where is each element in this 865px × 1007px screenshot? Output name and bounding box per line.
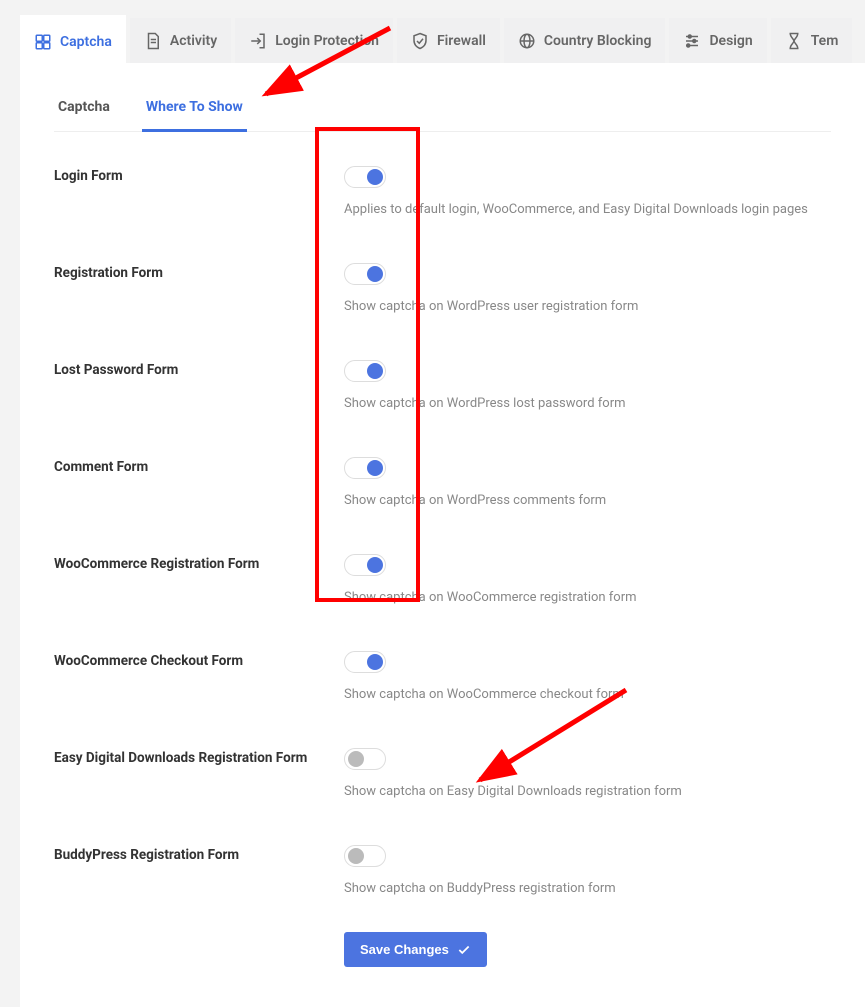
captcha-icon <box>34 33 52 51</box>
tab-label: Firewall <box>437 33 486 49</box>
tab-label: Captcha <box>60 34 112 50</box>
settings-list: Login FormApplies to default login, WooC… <box>54 166 831 896</box>
setting-row: Comment FormShow captcha on WordPress co… <box>54 457 831 508</box>
tab-country-blocking[interactable]: Country Blocking <box>504 18 666 63</box>
annotation-red-box <box>315 127 420 602</box>
setting-row: WooCommerce Checkout Form Show captcha on… <box>54 651 831 702</box>
setting-row: WooCommerce Registration FormShow captch… <box>54 554 831 605</box>
setting-control: Show captcha on Easy Digital Downloads r… <box>344 748 831 799</box>
setting-description: Show captcha on WooCommerce checkout for… <box>344 687 831 702</box>
page-root: Captcha Activity Login Protection Firewall C… <box>0 0 865 1007</box>
tab-label: Login Protection <box>275 33 379 49</box>
setting-control: Show captcha on BuddyPress registration … <box>344 845 831 896</box>
setting-description: Show captcha on Easy Digital Downloads r… <box>344 784 831 799</box>
tab-label: Tem <box>811 33 839 49</box>
toggle-knob <box>367 654 383 670</box>
setting-control: Show captcha on WooCommerce checkout for… <box>344 651 831 702</box>
setting-label: Lost Password Form <box>54 360 324 378</box>
setting-row: Login FormApplies to default login, WooC… <box>54 166 831 217</box>
tab-tem[interactable]: Tem <box>771 18 853 63</box>
sub-tab-where-to-show[interactable]: Where To Show <box>142 91 247 132</box>
setting-row: Lost Password FormShow captcha on WordPr… <box>54 360 831 411</box>
login-icon <box>249 32 267 50</box>
toggle-knob <box>348 848 364 864</box>
setting-row: Registration FormShow captcha on WordPre… <box>54 263 831 314</box>
setting-label: BuddyPress Registration Form <box>54 845 324 863</box>
setting-label: WooCommerce Checkout Form <box>54 651 324 669</box>
setting-row: BuddyPress Registration Form Show captcha… <box>54 845 831 896</box>
toggle[interactable] <box>344 651 386 673</box>
setting-label: Registration Form <box>54 263 324 281</box>
tab-activity[interactable]: Activity <box>130 18 231 63</box>
shield-icon <box>411 32 429 50</box>
setting-description: Show captcha on BuddyPress registration … <box>344 881 831 896</box>
tab-login-protection[interactable]: Login Protection <box>235 18 393 63</box>
tab-design[interactable]: Design <box>669 18 766 63</box>
tab-captcha[interactable]: Captcha <box>20 15 126 63</box>
document-icon <box>144 32 162 50</box>
timer-icon <box>785 32 803 50</box>
toggle-knob <box>348 751 364 767</box>
checkmark-icon <box>457 943 471 957</box>
sub-tab-captcha[interactable]: Captcha <box>54 91 114 131</box>
save-button[interactable]: Save Changes <box>344 932 487 967</box>
save-button-label: Save Changes <box>360 942 449 957</box>
setting-label: Easy Digital Downloads Registration Form <box>54 748 324 766</box>
setting-row: Easy Digital Downloads Registration Form… <box>54 748 831 799</box>
setting-label: WooCommerce Registration Form <box>54 554 324 572</box>
sub-tabs: Captcha Where To Show <box>54 91 831 132</box>
toggle[interactable] <box>344 748 386 770</box>
tab-label: Design <box>709 33 752 49</box>
sliders-icon <box>683 32 701 50</box>
setting-label: Comment Form <box>54 457 324 475</box>
setting-label: Login Form <box>54 166 324 184</box>
globe-icon <box>518 32 536 50</box>
content-panel: Captcha Where To Show Login FormApplies t… <box>20 63 865 1007</box>
main-tabs: Captcha Activity Login Protection Firewall C… <box>20 18 865 63</box>
toggle[interactable] <box>344 845 386 867</box>
tab-firewall[interactable]: Firewall <box>397 18 500 63</box>
tab-label: Country Blocking <box>544 33 652 49</box>
tab-label: Activity <box>170 33 217 49</box>
